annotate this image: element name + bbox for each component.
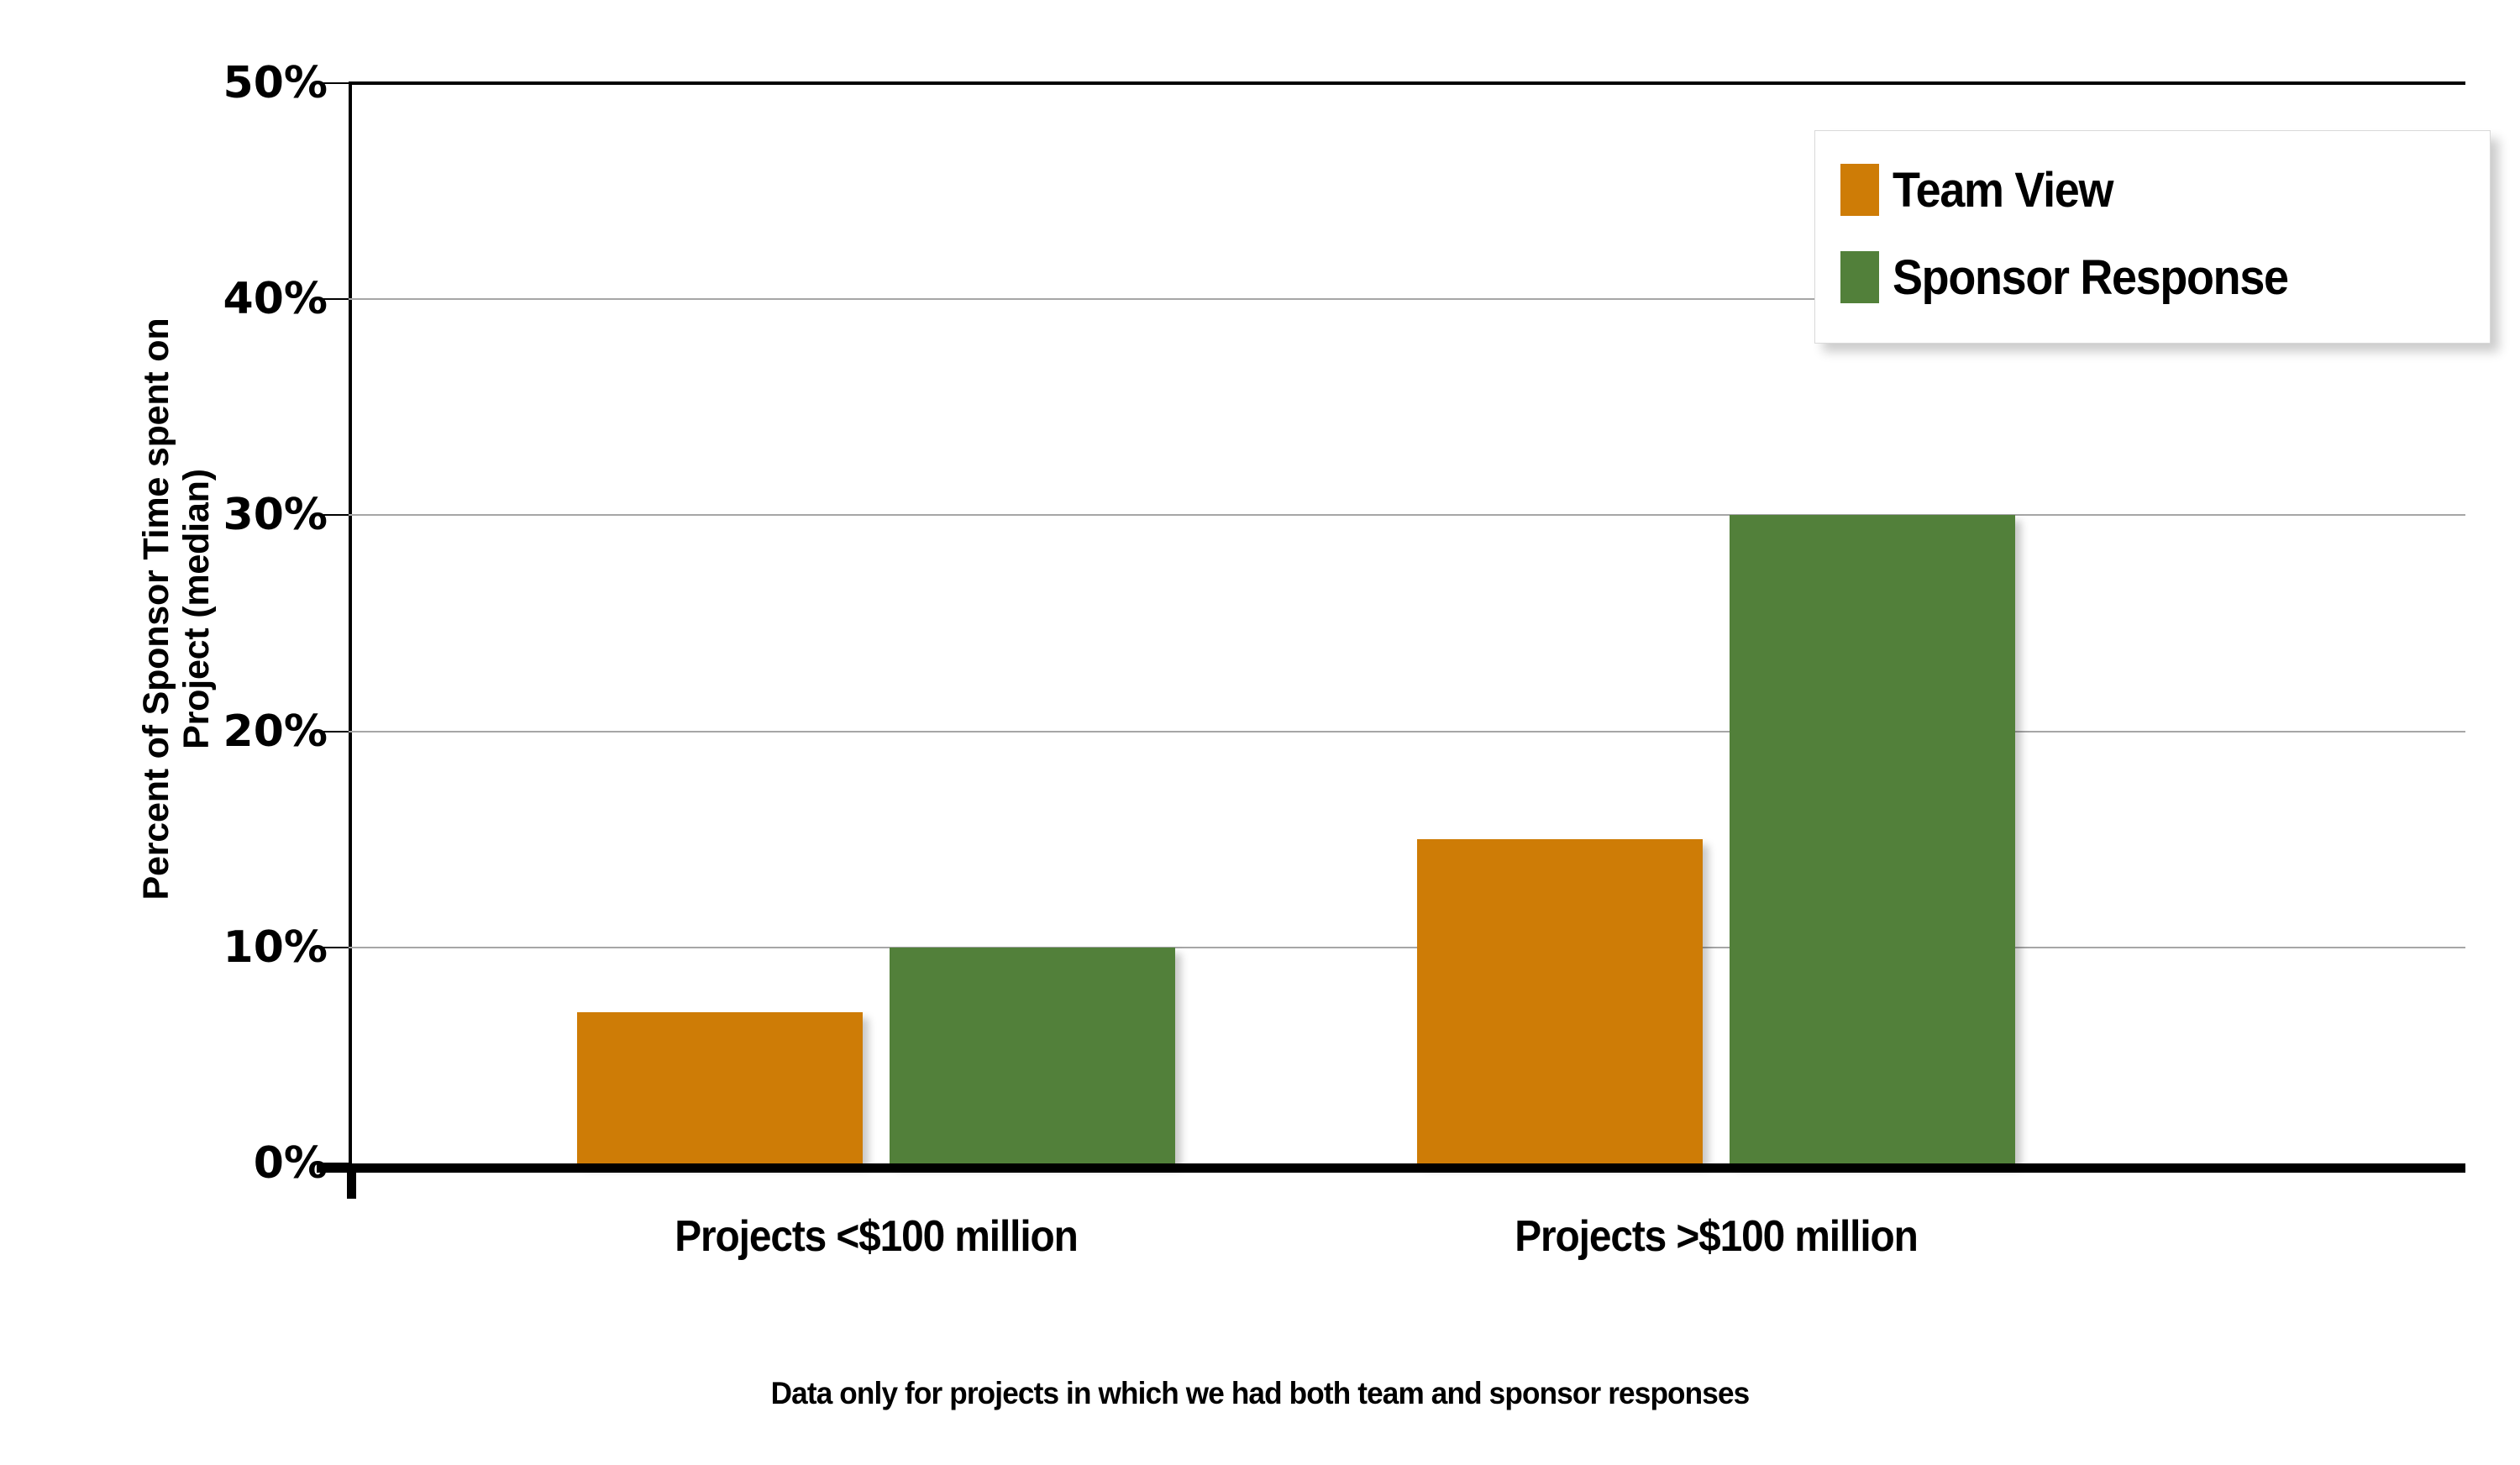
bar[interactable]	[890, 947, 1175, 1163]
y-axis-tick-label: 20%	[223, 706, 328, 757]
gridline	[349, 730, 2465, 732]
legend-item[interactable]: Team View	[1840, 146, 2468, 234]
y-axis-line	[349, 83, 352, 1163]
y-axis-tick-label: 30%	[223, 490, 328, 541]
y-axis-tick-mark	[317, 730, 349, 732]
chart-footnote: Data only for projects in which we had b…	[770, 1376, 1751, 1410]
x-axis-origin-tick	[347, 1163, 356, 1199]
gridline	[349, 946, 2465, 948]
y-axis-tick-mark	[317, 82, 349, 84]
legend-item[interactable]: Sponsor Response	[1840, 234, 2468, 321]
chart-canvas: Percent of Sponsor Time spent on Project…	[0, 0, 2520, 1465]
x-axis-line	[317, 1163, 2465, 1173]
y-axis-tick-mark	[317, 298, 349, 301]
y-axis-tick-labels: 0% 10% 20% 30% 40% 50%	[151, 0, 328, 1465]
x-axis-category-label: Projects >$100 million	[1515, 1212, 1919, 1261]
bar[interactable]	[1730, 515, 2015, 1163]
bar[interactable]	[577, 1011, 863, 1163]
chart-legend: Team View Sponsor Response	[1814, 130, 2491, 344]
y-axis-tick-label: 10%	[223, 922, 328, 973]
gridline	[349, 81, 2465, 85]
legend-swatch-icon	[1840, 164, 1879, 216]
x-axis-category-label: Projects <$100 million	[675, 1212, 1079, 1261]
y-axis-tick-mark	[317, 946, 349, 948]
y-axis-tick-label: 40%	[223, 274, 328, 325]
y-axis-tick-label: 50%	[223, 58, 328, 108]
bar[interactable]	[1417, 839, 1703, 1163]
gridline	[349, 514, 2465, 517]
y-axis-tick-mark	[317, 514, 349, 517]
legend-swatch-icon	[1840, 251, 1879, 303]
y-axis-tick-label: 0%	[253, 1138, 328, 1189]
legend-item-label: Sponsor Response	[1893, 249, 2289, 305]
legend-item-label: Team View	[1893, 162, 2113, 218]
